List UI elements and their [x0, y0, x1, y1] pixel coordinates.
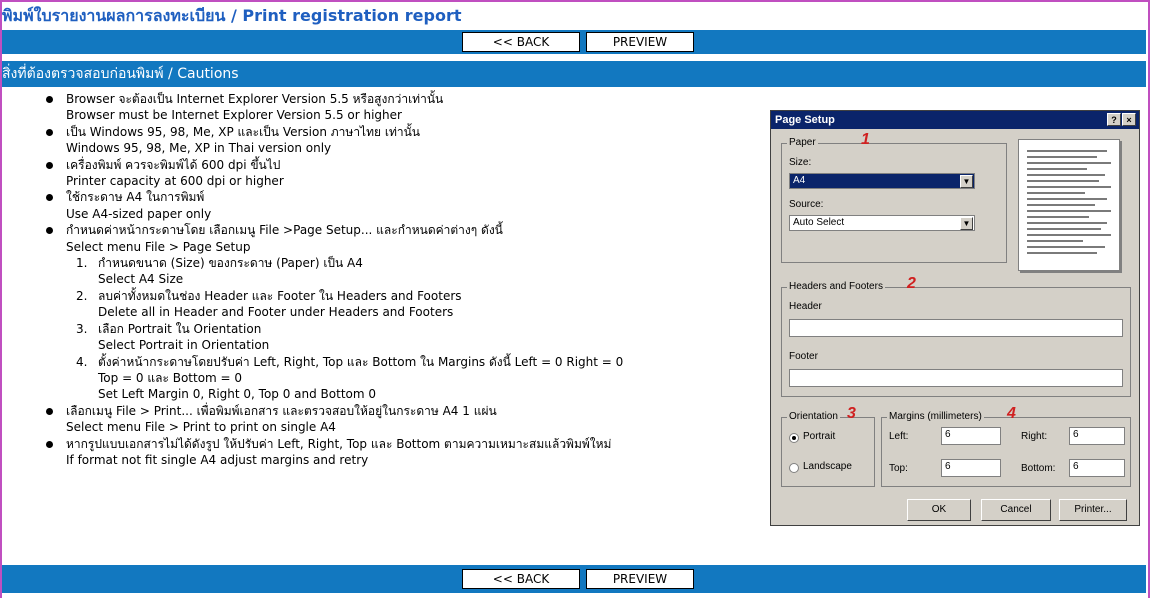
ok-button: OK — [907, 499, 971, 521]
page-title: พิมพ์ใบรายงานผลการลงทะเบียน / Print regi… — [2, 6, 462, 25]
back-button[interactable]: << BACK — [462, 32, 580, 52]
dialog-title-bar: Page Setup ? × — [771, 111, 1139, 129]
portrait-radio — [789, 433, 799, 443]
list-item: ใช้กระดาษ A4 ในการพิมพ์ Use A4-sized pap… — [46, 189, 766, 222]
landscape-label: Landscape — [803, 461, 852, 472]
cancel-button: Cancel — [981, 499, 1051, 521]
top-margin-field: 6 — [941, 459, 1001, 477]
top-label: Top: — [889, 463, 908, 474]
step-item: 4. ตั้งค่าหน้ากระดาษโดยปรับค่า Left, Rig… — [76, 354, 624, 402]
cautions-header: สิ่งที่ต้องตรวจสอบก่อนพิมพ์ / Cautions — [2, 61, 1146, 87]
orientation-label: Orientation — [787, 411, 840, 422]
marker-4: 4 — [1007, 405, 1016, 422]
back-button[interactable]: << BACK — [462, 569, 580, 589]
source-select: Auto Select ▼ — [789, 215, 975, 231]
step-item: 2. ลบค่าทั้งหมดในช่อง Header และ Footer … — [76, 288, 462, 320]
paper-label: Paper — [787, 137, 818, 148]
footer-field — [789, 369, 1123, 387]
page-setup-dialog-image: Page Setup ? × Paper 1 Size: A4 ▼ Source… — [770, 110, 1140, 526]
size-label: Size: — [789, 157, 812, 168]
right-label: Right: — [1021, 431, 1048, 442]
preview-button[interactable]: PREVIEW — [586, 32, 694, 52]
bottom-label: Bottom: — [1021, 463, 1056, 474]
landscape-radio — [789, 463, 799, 473]
cautions-list: Browser จะต้องเป็น Internet Explorer Ver… — [46, 91, 766, 468]
list-item: หากรูปแบบเอกสารไม่ได้ดังรูป ให้ปรับค่า L… — [46, 436, 766, 469]
list-item: กำหนดค่าหน้ากระดาษโดย เลือกเมนู File >Pa… — [46, 222, 766, 255]
headers-footers-label: Headers and Footers — [787, 281, 885, 292]
marker-2: 2 — [907, 275, 916, 292]
step-item: 1. กำหนดขนาด (Size) ของกระดาษ (Paper) เป… — [76, 256, 363, 287]
chevron-down-icon: ▼ — [960, 217, 973, 230]
footer-label: Footer — [789, 351, 818, 362]
right-margin-field: 6 — [1069, 427, 1125, 445]
page-preview — [1018, 139, 1120, 271]
left-margin-field: 6 — [941, 427, 1001, 445]
printer-button: Printer... — [1059, 499, 1127, 521]
top-toolbar: << BACK PREVIEW — [2, 30, 1146, 54]
left-label: Left: — [889, 431, 909, 442]
header-label: Header — [789, 301, 822, 312]
cautions-title: สิ่งที่ต้องตรวจสอบก่อนพิมพ์ / Cautions — [2, 66, 239, 82]
dialog-title: Page Setup — [775, 114, 835, 126]
list-item: Browser จะต้องเป็น Internet Explorer Ver… — [46, 91, 766, 124]
bottom-margin-field: 6 — [1069, 459, 1125, 477]
help-icon: ? — [1107, 113, 1121, 126]
list-item: เครื่องพิมพ์ ควรจะพิมพ์ได้ 600 dpi ขึ้นไ… — [46, 157, 766, 190]
close-icon: × — [1122, 113, 1136, 126]
step-item: 3. เลือก Portrait ใน Orientation Select … — [76, 321, 270, 353]
chevron-down-icon: ▼ — [960, 175, 973, 188]
list-item: เป็น Windows 95, 98, Me, XP และเป็น Vers… — [46, 124, 766, 157]
portrait-label: Portrait — [803, 431, 836, 442]
size-select: A4 ▼ — [789, 173, 975, 189]
list-item: เลือกเมนู File > Print... เพื่อพิมพ์เอกส… — [46, 403, 766, 436]
marker-3: 3 — [847, 405, 856, 422]
bottom-toolbar: << BACK PREVIEW — [2, 565, 1146, 593]
header-field — [789, 319, 1123, 337]
source-label: Source: — [789, 199, 824, 210]
orientation-group — [781, 417, 875, 487]
preview-button[interactable]: PREVIEW — [586, 569, 694, 589]
marker-1: 1 — [861, 131, 870, 148]
margins-label: Margins (millimeters) — [887, 411, 984, 422]
